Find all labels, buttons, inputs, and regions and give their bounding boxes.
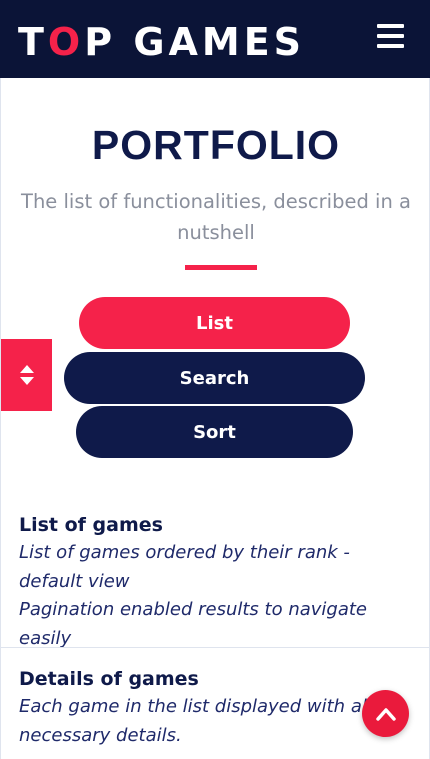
logo-text-end: P GAMES <box>84 20 306 64</box>
feature-title: List of games <box>19 514 163 536</box>
hamburger-menu-icon[interactable] <box>377 24 404 48</box>
top-navbar: TOP GAMES <box>0 0 430 78</box>
feature-title: Details of games <box>19 668 199 690</box>
feature-description: List of games ordered by their rank - de… <box>19 542 350 592</box>
search-button[interactable]: Search <box>64 352 365 404</box>
feature-description: Pagination enabled results to navigate e… <box>19 599 368 649</box>
site-logo[interactable]: TOP GAMES <box>18 20 305 64</box>
feature-description: Each game in the list displayed with all… <box>19 696 408 746</box>
page-subtitle: The list of functionalities, described i… <box>21 190 411 244</box>
section-divider <box>1 647 429 648</box>
portfolio-section: PORTFOLIO The list of functionalities, d… <box>0 78 430 759</box>
feature-list-of-games: List of games List of games ordered by t… <box>19 511 414 653</box>
list-button[interactable]: List <box>79 297 350 349</box>
page-title: PORTFOLIO <box>91 122 341 168</box>
logo-text-start: T <box>18 20 48 64</box>
sort-button[interactable]: Sort <box>76 406 353 458</box>
logo-text-accent: O <box>47 20 85 64</box>
side-toggle-button[interactable] <box>1 339 52 411</box>
scroll-to-top-button[interactable] <box>362 690 409 737</box>
chevron-up-icon <box>375 707 396 721</box>
up-down-arrows-icon <box>19 365 34 385</box>
title-divider <box>185 265 257 270</box>
feature-details-of-games: Details of games Each game in the list d… <box>19 665 414 750</box>
